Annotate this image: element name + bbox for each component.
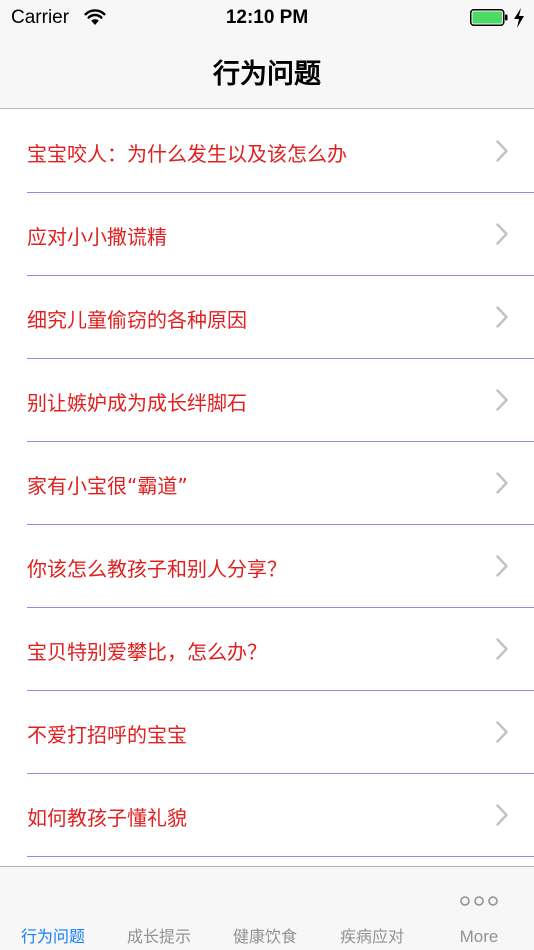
page-title: 行为问题 (213, 59, 321, 90)
status-bar: Carrier 12:10 PM (0, 0, 534, 38)
list-item[interactable]: 你该怎么教孩子和别人分享？ (0, 525, 534, 608)
tab-healthy-diet[interactable]: 健康饮食 (212, 867, 318, 950)
top-bar: Carrier 12:10 PM 行为问题 (0, 0, 534, 109)
list-item[interactable]: 家有小宝很“霸道” (0, 442, 534, 525)
list-item[interactable]: 如何教孩子懂礼貌 (0, 774, 534, 857)
list-item-label: 宝贝特别爱攀比，怎么办？ (27, 640, 267, 664)
tab-behavior[interactable]: 行为问题 (0, 867, 106, 950)
screen: Carrier 12:10 PM 行为问题 宝宝咬人：为什么发生以及该怎么办 应… (0, 0, 534, 950)
chevron-right-icon (496, 306, 508, 328)
list-item-label: 不爱打招呼的宝宝 (27, 723, 187, 747)
tab-label: 健康饮食 (232, 927, 297, 946)
charging-bolt-icon (514, 8, 524, 28)
chevron-right-icon (496, 140, 508, 162)
list-item[interactable]: 宝贝特别爱攀比，怎么办？ (0, 608, 534, 691)
list-item-label: 应对小小撒谎精 (27, 225, 167, 249)
tab-bar: 行为问题 成长提示 健康饮食 疾病应对 More (0, 866, 534, 950)
tab-more[interactable]: More (426, 867, 532, 950)
tab-label: 成长提示 (126, 927, 191, 946)
list-item-label: 如何教孩子懂礼貌 (27, 806, 187, 830)
tab-illness[interactable]: 疾病应对 (319, 867, 425, 950)
tab-growth-tips[interactable]: 成长提示 (106, 867, 212, 950)
chevron-right-icon (496, 721, 508, 743)
tab-label: 疾病应对 (339, 927, 404, 946)
chevron-right-icon (496, 555, 508, 577)
article-list: 宝宝咬人：为什么发生以及该怎么办 应对小小撒谎精 细究儿童偷窃的各种原因 别让嫉… (0, 110, 534, 857)
chevron-right-icon (496, 223, 508, 245)
more-dots-icon (460, 896, 498, 906)
chevron-right-icon (496, 472, 508, 494)
chevron-right-icon (496, 389, 508, 411)
list-item[interactable]: 宝宝咬人：为什么发生以及该怎么办 (0, 110, 534, 193)
chevron-right-icon (496, 638, 508, 660)
list-item-label: 宝宝咬人：为什么发生以及该怎么办 (27, 142, 347, 166)
list-item-label: 细究儿童偷窃的各种原因 (27, 308, 247, 332)
tab-label: More (459, 927, 499, 946)
list-item[interactable]: 别让嫉妒成为成长绊脚石 (0, 359, 534, 442)
tab-label: 行为问题 (20, 927, 85, 946)
clock: 12:10 PM (225, 7, 309, 28)
list-item[interactable]: 细究儿童偷窃的各种原因 (0, 276, 534, 359)
list-item-label: 别让嫉妒成为成长绊脚石 (27, 391, 247, 415)
battery-icon (470, 9, 508, 26)
list-item-label: 你该怎么教孩子和别人分享？ (27, 557, 287, 581)
list-item[interactable]: 应对小小撒谎精 (0, 193, 534, 276)
chevron-right-icon (496, 804, 508, 826)
list-item-label: 家有小宝很“霸道” (27, 474, 188, 498)
list-item[interactable]: 不爱打招呼的宝宝 (0, 691, 534, 774)
